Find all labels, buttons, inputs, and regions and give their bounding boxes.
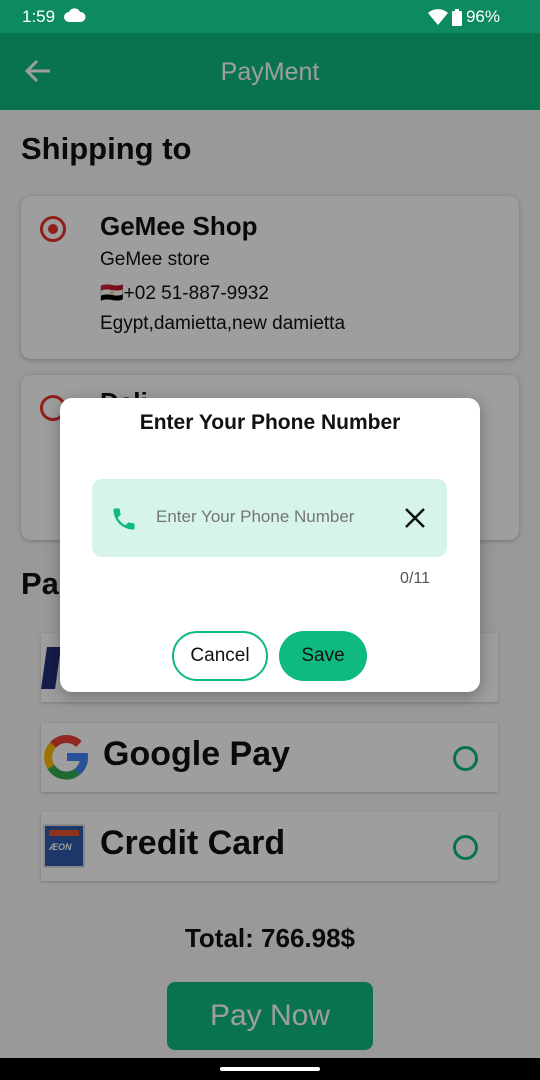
status-time: 1:59 — [22, 7, 56, 26]
cloud-icon — [64, 8, 86, 22]
navigation-bar — [0, 1058, 540, 1080]
clear-icon[interactable] — [404, 507, 426, 529]
status-right: 96% — [427, 7, 500, 27]
status-bar: 1:59 96% — [0, 0, 540, 33]
cancel-button[interactable]: Cancel — [172, 631, 268, 681]
battery-icon — [451, 8, 462, 26]
save-button[interactable]: Save — [279, 631, 367, 681]
character-counter: 0/11 — [400, 570, 430, 587]
dialog-title: Enter Your Phone Number — [139, 411, 401, 434]
phone-field[interactable] — [92, 479, 447, 557]
phone-icon — [113, 508, 135, 530]
phone-input[interactable] — [156, 507, 386, 527]
phone-number-dialog: Enter Your Phone Number 0/11 Cancel Save — [60, 398, 480, 692]
battery-level: 96% — [465, 7, 500, 26]
home-gesture-handle[interactable] — [220, 1067, 320, 1071]
wifi-icon — [427, 9, 448, 25]
